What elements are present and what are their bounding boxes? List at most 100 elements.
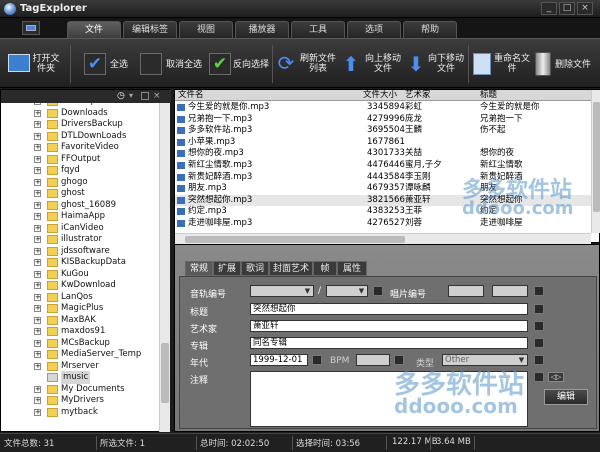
tree-expand-icon[interactable]: + [34,293,41,301]
delete-file-button[interactable]: 删除文件 [533,43,597,85]
tree-expand-icon[interactable]: + [34,328,41,335]
tree-expand-icon[interactable]: + [34,155,41,163]
refresh-list-button[interactable]: ⟳ 刷新文件列表 [275,43,339,85]
tree-expand-icon[interactable]: + [34,282,41,289]
tree-expand-icon[interactable]: + [34,351,41,358]
invert-selection-button[interactable]: ✔ 反向选择 [207,43,269,85]
tab-edit-tags[interactable]: 编辑标签 [123,21,177,38]
move-up-button[interactable]: ⬆ 向上移动文件 [340,43,404,85]
tab-view[interactable]: 视图 [179,21,233,38]
file-name-cell: 小苹果.mp3 [188,136,236,147]
track-dropdown-icon[interactable]: ▼ [303,287,312,295]
minimize-button[interactable]: _ [541,2,557,15]
tree-expand-icon[interactable]: + [34,121,41,128]
tab-tools[interactable]: 工具 [291,21,345,38]
tab-frames[interactable]: 帧 [313,261,337,276]
tab-general[interactable]: 常规 [185,261,213,276]
tree-close-icon[interactable]: × [153,91,161,101]
tree-expand-icon[interactable]: + [34,190,41,197]
tree-item[interactable]: + mytback [1,406,159,419]
tree-expand-icon[interactable]: + [34,167,41,174]
album-input[interactable]: 同名专辑 [250,337,528,349]
tab-help[interactable]: 帮助 [403,21,457,38]
tree-scrollbar[interactable] [159,103,170,432]
tree-expand-icon[interactable]: + [34,385,41,393]
file-list-hscrollbar[interactable] [175,233,591,244]
tree-expand-icon[interactable]: + [34,201,41,209]
open-folder-button[interactable]: 打开文件夹 [4,43,62,85]
file-row[interactable]: 小苹果.mp3 1677861 [175,137,591,148]
year-input[interactable]: 1999-12-01 [250,354,308,366]
mp3-file-icon [177,150,185,158]
comment-nav-button[interactable]: ◁▷ [548,372,564,382]
file-row[interactable]: 兄弟抱一下.mp3 4279996 庞龙 兄弟抱一下 [175,114,591,125]
tree-expand-icon[interactable]: + [34,109,41,117]
tab-lyrics[interactable]: 歌词 [241,261,269,276]
tree-expand-icon[interactable]: + [34,316,41,324]
disc-total-input[interactable] [492,285,528,297]
tree-expand-icon[interactable]: + [34,408,41,416]
track-input[interactable]: ▼ [250,285,314,297]
tree-expand-icon[interactable]: + [34,339,41,347]
column-artist[interactable]: 艺术家 [405,90,431,100]
tree-expand-icon[interactable]: + [34,213,41,220]
tab-file[interactable]: 文件 [67,21,121,38]
file-row[interactable]: 今生爱的就是你.mp3 3345894 彩虹 今生爱的就是你 [175,102,591,113]
artist-input[interactable]: 萧亚轩 [250,320,528,332]
column-title[interactable]: 标题 [480,90,497,100]
disc-lock-checkbox[interactable] [534,286,544,296]
genre-dropdown-icon[interactable]: ▼ [517,356,526,364]
tab-extended[interactable]: 扩展 [213,261,241,276]
title-lock-checkbox[interactable] [534,304,544,314]
tree-expand-icon[interactable]: + [34,132,41,140]
file-row[interactable]: 多多软件站.mp3 3695504 王麟 伤不起 [175,125,591,136]
track-total-input[interactable]: ▼ [326,285,368,297]
tab-player[interactable]: 播放器 [235,21,289,38]
bpm-input[interactable] [356,354,390,366]
select-all-button[interactable]: ✔ 全选 [82,43,134,85]
column-filename[interactable]: 文件名 [178,90,204,100]
tree-expand-icon[interactable]: + [34,305,41,312]
rename-file-button[interactable]: 重命名文件 [471,43,531,85]
close-button[interactable]: × [577,2,593,15]
move-down-button[interactable]: ⬇ 向下移动文件 [405,43,467,85]
track-total-dropdown-icon[interactable]: ▼ [357,287,366,295]
file-row[interactable]: 想你的夜.mp3 4301733 关喆 想你的夜 [175,148,591,159]
file-list-scroll-thumb[interactable] [593,102,600,212]
tree-clock-icon[interactable]: ◷ [117,91,125,101]
file-row[interactable]: 新红尘情歌.mp3 4476446 蜜月,子夕 新红尘情歌 [175,160,591,171]
tree-expand-icon[interactable]: + [34,270,41,278]
disc-input[interactable] [448,285,484,297]
tree-dropdown-icon[interactable]: ▾ [129,91,133,100]
tree-expand-icon[interactable]: + [34,224,41,232]
file-list-vscrollbar[interactable] [591,90,600,233]
folder-icon [47,189,58,198]
tree-expand-icon[interactable]: + [34,103,41,105]
comment-lock-checkbox[interactable] [534,372,544,382]
year-lock-checkbox[interactable] [312,355,322,365]
tree-scroll-thumb[interactable] [161,343,169,403]
tree-expand-icon[interactable]: + [34,178,41,186]
tree-expand-icon[interactable]: + [34,144,41,151]
file-row[interactable]: 走进咖啡屋.mp3 4276527 刘蓉 走进咖啡屋 [175,218,591,229]
edit-button[interactable]: 编辑 [544,389,588,405]
tree-expand-icon[interactable]: + [34,362,41,370]
app-menu-button[interactable] [22,21,40,35]
maximize-button[interactable]: □ [559,2,575,15]
tree-option-icon[interactable] [141,92,149,100]
title-input[interactable]: 突然想起你 [250,303,528,315]
tab-cover-art[interactable]: 封面艺术 [269,261,313,276]
tab-options[interactable]: 选项 [347,21,401,38]
deselect-all-button[interactable]: 取消全选 [138,43,204,85]
tree-expand-icon[interactable]: + [34,247,41,255]
album-lock-checkbox[interactable] [534,338,544,348]
tree-expand-icon[interactable]: + [34,236,41,243]
tab-properties[interactable]: 属性 [337,261,367,276]
file-list-hscroll-thumb[interactable] [185,236,405,243]
tree-expand-icon[interactable]: + [34,397,41,404]
column-filesize[interactable]: 文件大小 [363,90,397,100]
track-lock-checkbox[interactable] [373,286,383,296]
artist-lock-checkbox[interactable] [534,321,544,331]
tree-expand-icon[interactable]: + [34,259,41,266]
genre-lock-checkbox[interactable] [534,355,544,365]
